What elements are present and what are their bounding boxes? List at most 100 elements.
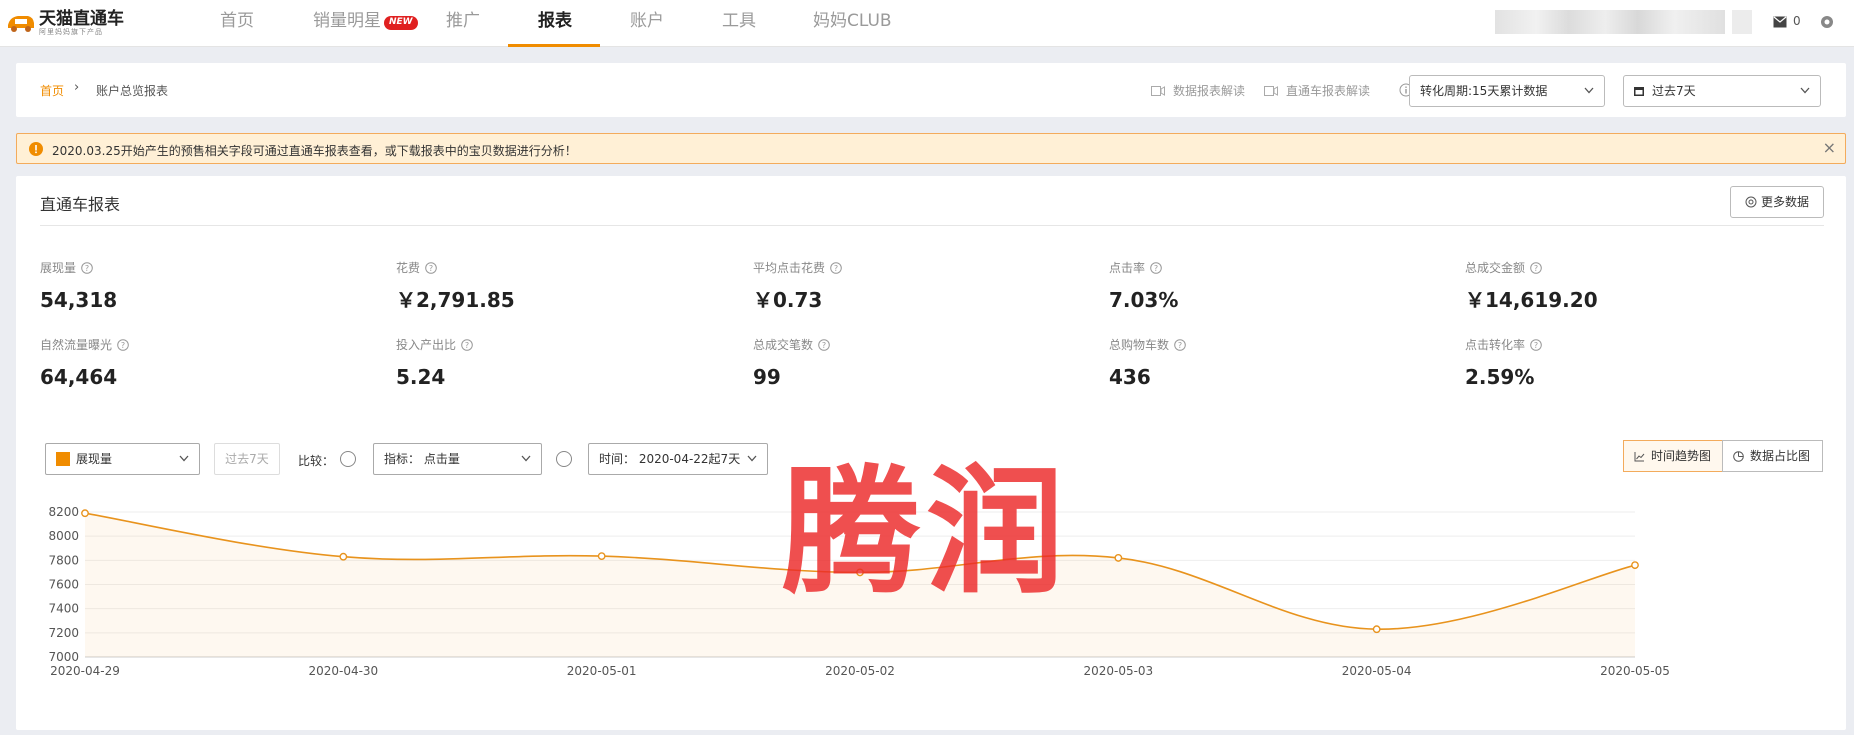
time-compare-radio[interactable]	[556, 451, 572, 467]
notice-text: 2020.03.25开始产生的预售相关字段可通过直通车报表查看，或下载报表中的宝…	[52, 144, 577, 158]
svg-text:?: ?	[822, 341, 826, 350]
period-button[interactable]: 过去7天	[214, 443, 280, 475]
y-tick-label: 7600	[48, 578, 79, 592]
nav-item-account[interactable]: 账户	[630, 0, 664, 47]
more-data-label: 更多数据	[1760, 195, 1809, 209]
metric-value: 54,318	[40, 288, 118, 312]
metric-value: ￥2,791.85	[396, 288, 515, 312]
metric-label: 自然流量曝光	[40, 338, 113, 352]
help-icon[interactable]: ?	[830, 261, 842, 274]
brand-logo[interactable]: 天猫直通车 阿里妈妈旗下产品	[6, 6, 124, 40]
chevron-down-icon	[521, 455, 531, 462]
nav-item-promotion[interactable]: 推广	[446, 0, 480, 47]
metric-total-orders: 总成交笔数? 99	[753, 336, 830, 389]
metric-value: 2.59%	[1465, 365, 1535, 389]
svg-text:?: ?	[85, 264, 89, 273]
blurred-user-info	[1495, 10, 1725, 34]
date-range-select[interactable]: 过去7天	[1623, 75, 1821, 107]
nav-item-tools[interactable]: 工具	[722, 0, 756, 47]
metric-label: 总成交金额	[1465, 261, 1526, 275]
ztc-report-guide-link[interactable]: 直通车报表解读	[1264, 82, 1370, 99]
metric-label: 点击率	[1109, 261, 1146, 275]
data-point	[1372, 625, 1381, 634]
more-data-button[interactable]: 更多数据	[1730, 186, 1824, 218]
video-link-label: 数据报表解读	[1173, 84, 1246, 98]
close-icon[interactable]: ×	[1823, 139, 1836, 157]
tmall-car-logo-icon	[8, 16, 34, 32]
chevron-down-icon	[747, 455, 757, 462]
metric-avg-click-cost: 平均点击花费? ￥0.73	[753, 259, 842, 312]
tab-data-share[interactable]: 数据占比图	[1722, 440, 1823, 472]
help-icon[interactable]: ?	[81, 261, 93, 274]
x-tick-label: 2020-04-29	[50, 664, 120, 678]
top-navigation-bar: 天猫直通车 阿里妈妈旗下产品 首页 销量明星 NEW 推广 报表 账户 工具 妈妈…	[0, 0, 1854, 47]
metric-label: 总购物车数	[1109, 338, 1170, 352]
video-icon	[1151, 85, 1165, 96]
video-link-label: 直通车报表解读	[1286, 84, 1371, 98]
svg-text:?: ?	[1534, 264, 1538, 273]
metric-label: 点击转化率	[1465, 338, 1526, 352]
metric-ctr: 点击率? 7.03%	[1109, 259, 1178, 312]
help-icon[interactable]: ?	[1174, 338, 1186, 351]
metric-select[interactable]: 展现量	[45, 443, 200, 475]
nav-item-label: 推广	[446, 11, 480, 31]
chevron-down-icon	[179, 455, 189, 462]
y-tick-label: 8200	[48, 505, 79, 519]
nav-item-label: 妈妈CLUB	[813, 11, 892, 31]
time-select[interactable]: 时间： 2020-04-22起7天	[588, 443, 768, 475]
help-icon[interactable]: ?	[425, 261, 437, 274]
svg-text:?: ?	[834, 264, 838, 273]
help-icon[interactable]: ?	[1530, 261, 1542, 274]
conversion-period-value: 转化周期:15天累计数据	[1420, 84, 1548, 98]
data-report-guide-link[interactable]: 数据报表解读	[1151, 82, 1245, 99]
metric-label: 展现量	[40, 261, 77, 275]
breadcrumb-home-link[interactable]: 首页	[40, 82, 64, 99]
brand-subtitle: 阿里妈妈旗下产品	[39, 27, 103, 36]
breadcrumb-separator: ›	[74, 80, 80, 95]
y-tick-label: 7400	[48, 602, 79, 616]
date-range-value: 过去7天	[1652, 84, 1696, 98]
metric-total-gmv: 总成交金额? ￥14,619.20	[1465, 259, 1598, 312]
data-point	[339, 552, 348, 561]
help-icon[interactable]: ?	[1530, 338, 1542, 351]
mail-icon[interactable]	[1773, 16, 1787, 28]
series-color-swatch	[56, 452, 70, 466]
help-icon[interactable]: ?	[1150, 261, 1162, 274]
conversion-period-select[interactable]: 转化周期:15天累计数据	[1409, 75, 1605, 107]
x-tick-label: 2020-04-30	[308, 664, 378, 678]
nav-item-sales-star[interactable]: 销量明星 NEW	[313, 0, 418, 47]
metric-value: 436	[1109, 365, 1151, 389]
metric-value: ￥0.73	[753, 288, 823, 312]
chevron-down-icon	[1584, 87, 1594, 94]
gear-icon	[1745, 196, 1757, 208]
help-icon[interactable]: ?	[461, 338, 473, 351]
nav-item-reports[interactable]: 报表	[538, 0, 572, 47]
compare-radio[interactable]	[340, 451, 356, 467]
x-tick-label: 2020-05-03	[1083, 664, 1153, 678]
svg-text:?: ?	[121, 341, 125, 350]
x-tick-label: 2020-05-02	[825, 664, 895, 678]
nav-item-label: 首页	[220, 11, 254, 31]
blurred-user-avatar	[1732, 10, 1752, 34]
warning-icon	[29, 142, 43, 156]
data-point	[1114, 554, 1123, 562]
notice-banner: 2020.03.25开始产生的预售相关字段可通过直通车报表查看，或下载报表中的宝…	[16, 133, 1846, 164]
metric-roi: 投入产出比? 5.24	[396, 336, 473, 389]
metric-value: 99	[753, 365, 781, 389]
y-tick-label: 7800	[48, 553, 79, 567]
help-icon[interactable]: ?	[818, 338, 830, 351]
tab-time-trend[interactable]: 时间趋势图	[1623, 440, 1723, 472]
nav-item-home[interactable]: 首页	[220, 0, 254, 47]
y-tick-label: 7200	[48, 626, 79, 640]
calendar-icon	[1634, 87, 1644, 96]
mail-count: 0	[1793, 14, 1801, 28]
divider	[40, 225, 1824, 226]
nav-item-mama-club[interactable]: 妈妈CLUB	[813, 0, 892, 47]
breadcrumb-bar: 首页 › 账户总览报表 数据报表解读 直通车报表解读 转化周期:15天累计数据 …	[16, 63, 1846, 117]
help-icon[interactable]: ?	[117, 338, 129, 351]
indicator-select[interactable]: 指标： 点击量	[373, 443, 542, 475]
settings-icon[interactable]	[1820, 15, 1834, 29]
nav-item-label: 账户	[630, 11, 664, 31]
nav-item-label: 销量明星	[313, 11, 381, 31]
data-point	[597, 552, 606, 561]
